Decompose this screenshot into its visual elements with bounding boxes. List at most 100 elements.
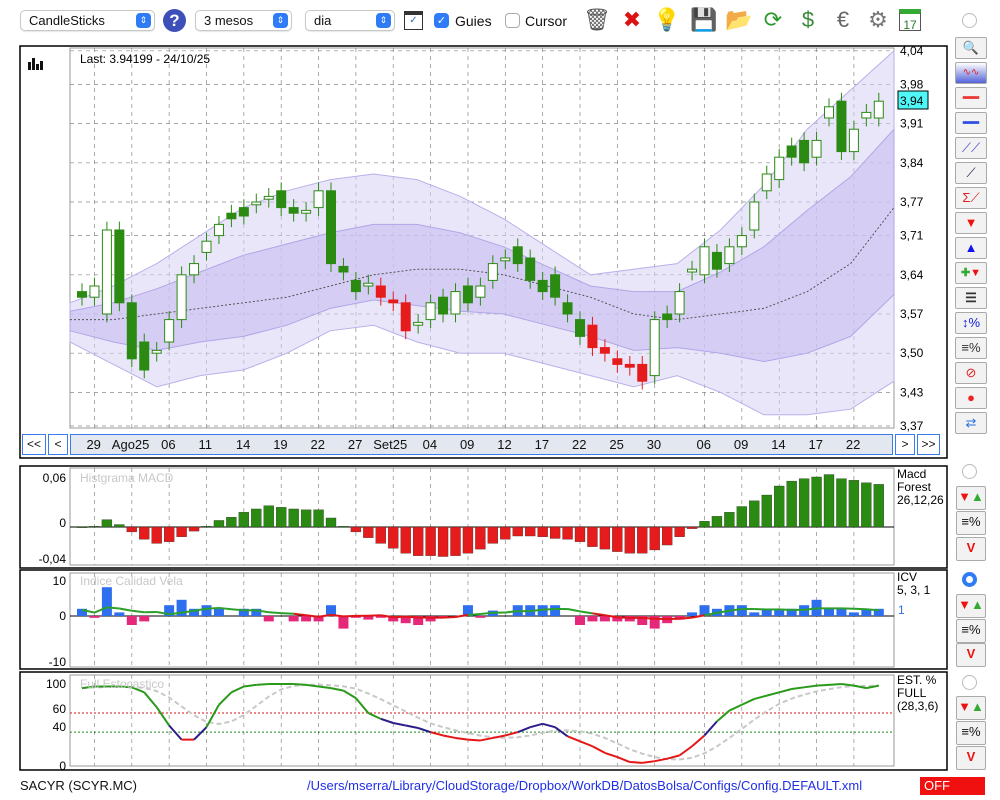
icv-signal-line [318,613,332,618]
stoch-radio[interactable] [962,675,977,690]
signal-arrows-button[interactable]: ▼▲ [956,486,986,510]
v-curve-button[interactable]: V [956,746,986,770]
macd-bar [313,509,324,528]
nav-next-button[interactable]: > [895,434,915,455]
stoch-line [330,687,344,692]
current-price-label: 3,94 [900,94,924,108]
signal-arrows-button[interactable]: ▼▲ [956,594,986,618]
percent-lines-button[interactable]: ≡% [956,511,986,535]
stoch-line [318,685,332,690]
icv-signal-line [617,616,630,619]
icv-signal-line [480,611,493,615]
candle-body [873,100,884,119]
icv-signal-line [442,616,456,619]
volume-overlay-button[interactable]: ∿∿ [955,62,987,84]
percent-range-button[interactable]: ↕% [955,312,987,334]
candle-body [761,173,772,192]
lines-percent-icon: ≡% [961,622,981,637]
add-signal-button[interactable]: ✚▼ [955,262,987,284]
candle-body [375,285,386,298]
percent-lines-button[interactable]: ≡% [956,619,986,643]
red-line-button[interactable]: ━━ [955,87,987,109]
record-button[interactable]: ● [955,387,987,409]
icv-radio[interactable] [962,572,977,587]
macd-bar [126,526,137,533]
macd-bar [263,505,274,528]
price-tick-label: 3,71 [900,229,924,243]
percent-lines-button[interactable]: ≡% [955,337,987,359]
chart-canvas[interactable]: 4,04 3,98 3,91 3,84 3,77 3,71 3,64 3,57 3,50 3,43… [0,0,1000,800]
icv-plot-area [69,572,895,668]
nav-last-button[interactable]: >> [917,434,940,455]
nav-prev-button[interactable]: < [48,434,68,455]
red-green-arrows-icon: ▼▲ [958,597,984,612]
macd-bar [848,480,860,528]
bars-icon [32,58,35,70]
dashed-lines-icon: ☰ [965,290,977,305]
candle-body [114,229,125,304]
percent-lines-button[interactable]: ≡% [956,721,986,745]
icv-bar [687,612,698,616]
v-curve-button[interactable]: V [956,643,986,667]
sell-arrow-button[interactable]: ▼ [955,212,987,234]
candle-body [724,246,735,265]
macd-bar [76,526,88,528]
config-path-link[interactable]: /Users/mserra/Library/CloudStorage/Dropb… [307,778,862,793]
bars-icon [28,62,31,70]
macd-bar [388,526,399,549]
stoch-line [754,694,768,700]
macd-tick-label: 0,06 [43,471,67,485]
stoch-title: Full Estocastico [80,677,164,691]
candle-body [388,299,399,304]
v-curve-button[interactable]: V [956,537,986,561]
nav-first-button[interactable]: << [22,434,46,455]
macd-bar [662,526,673,546]
date-strip[interactable] [70,434,893,455]
price-tick-label: 3,37 [900,419,924,433]
macd-bar [400,526,411,554]
macd-bar [562,526,573,540]
stoch-line [716,709,731,723]
candle-body [326,190,336,265]
blue-line-button[interactable]: ━━ [955,112,987,134]
candle-body [151,349,162,354]
macd-bar [176,526,187,537]
macd-bar [624,526,635,554]
macd-tick-label: -0,04 [39,552,67,566]
signal-arrows-button[interactable]: ▼▲ [956,696,986,720]
stoch-legend: (28,3,6) [897,699,938,713]
stoch-line [293,683,307,686]
date-label: 30 [646,437,662,452]
zoom-tool-button[interactable]: 🔍 [955,37,987,59]
candle-body [861,111,872,119]
date-label: 27 [347,437,363,452]
levels-button[interactable]: ☰ [955,287,987,309]
mode-toggle[interactable]: OFF [920,777,985,795]
stoch-line [467,738,481,742]
icv-signal-line [405,615,419,619]
macd-bar [724,512,735,528]
candle-body [276,190,287,209]
trendline-tool-button[interactable]: ⟋ [955,162,987,184]
date-label: 06 [161,437,176,452]
plus-arrow-icon: ✚▼ [960,267,982,279]
buy-arrow-button[interactable]: ▲ [955,237,987,259]
icv-bar [126,616,137,625]
date-label: 09 [733,437,749,452]
stoch-line [691,734,706,748]
macd-bar [437,526,449,557]
stoch-line [367,712,382,720]
channel-tool-button[interactable]: ⟋⟋ [955,137,987,159]
sync-button[interactable]: ⇄ [955,412,987,434]
date-label: 22 [310,437,326,452]
main-radio[interactable] [962,13,977,28]
clear-button[interactable]: ⊘ [955,362,987,384]
macd-bar [276,507,287,528]
macd-radio[interactable] [962,464,977,479]
sum-trendline-button[interactable]: Σ⟋ [955,187,987,209]
stoch-line [542,722,556,729]
candle-body [462,285,473,304]
candle-body [848,128,859,153]
candle-body [263,195,274,200]
macd-bar [587,526,598,547]
